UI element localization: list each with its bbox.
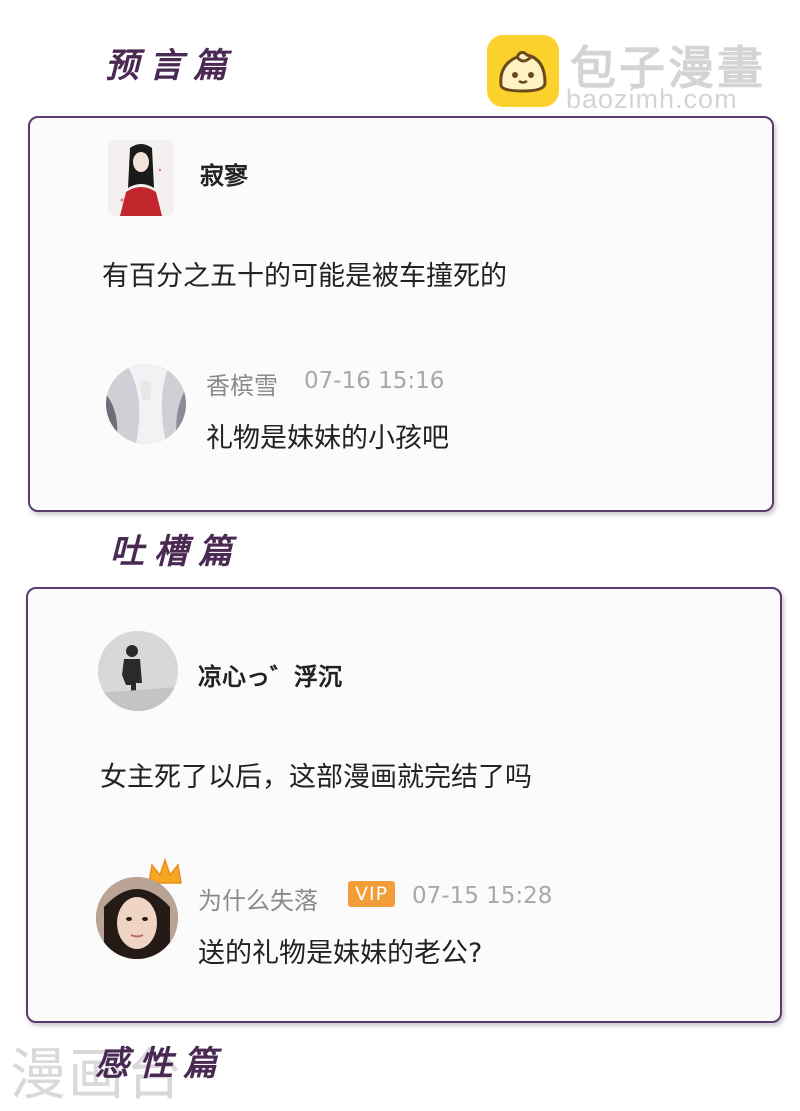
bun-logo-icon: [487, 35, 559, 107]
avatar[interactable]: [108, 140, 174, 216]
reply-text: 礼物是妹妹的小孩吧: [206, 423, 449, 454]
vip-badge: VIP: [348, 881, 396, 907]
section-title-emotional: 感性篇: [95, 1044, 227, 1084]
avatar[interactable]: [96, 877, 178, 959]
reply-timestamp: 07-16 15:16: [304, 368, 445, 394]
comment-card-roast: 凉心っ゛浮沉 女主死了以后，这部漫画就完结了吗 为什么失落 VIP 07-15 …: [26, 587, 782, 1023]
logo-url: baozimh.com: [566, 84, 738, 114]
reply-timestamp: 07-15 15:28: [412, 883, 553, 909]
comment-text: 女主死了以后，这部漫画就完结了吗: [100, 762, 532, 793]
reply-author[interactable]: 香槟雪: [206, 366, 278, 401]
reply-author[interactable]: 为什么失落: [198, 881, 318, 916]
avatar[interactable]: [98, 631, 178, 711]
section-title-prophecy: 预言篇: [105, 46, 237, 86]
comment-text: 有百分之五十的可能是被车撞死的: [102, 261, 507, 292]
comment-author[interactable]: 寂寥: [200, 156, 248, 191]
reply-text: 送的礼物是妹妹的老公?: [198, 938, 483, 969]
comment-card-prophecy: 寂寥 有百分之五十的可能是被车撞死的 香槟雪 07-16 15:16 礼物是妹妹…: [28, 116, 774, 512]
avatar[interactable]: [106, 364, 186, 444]
section-title-roast: 吐槽篇: [110, 532, 242, 572]
comment-author[interactable]: 凉心っ゛浮沉: [198, 657, 342, 692]
